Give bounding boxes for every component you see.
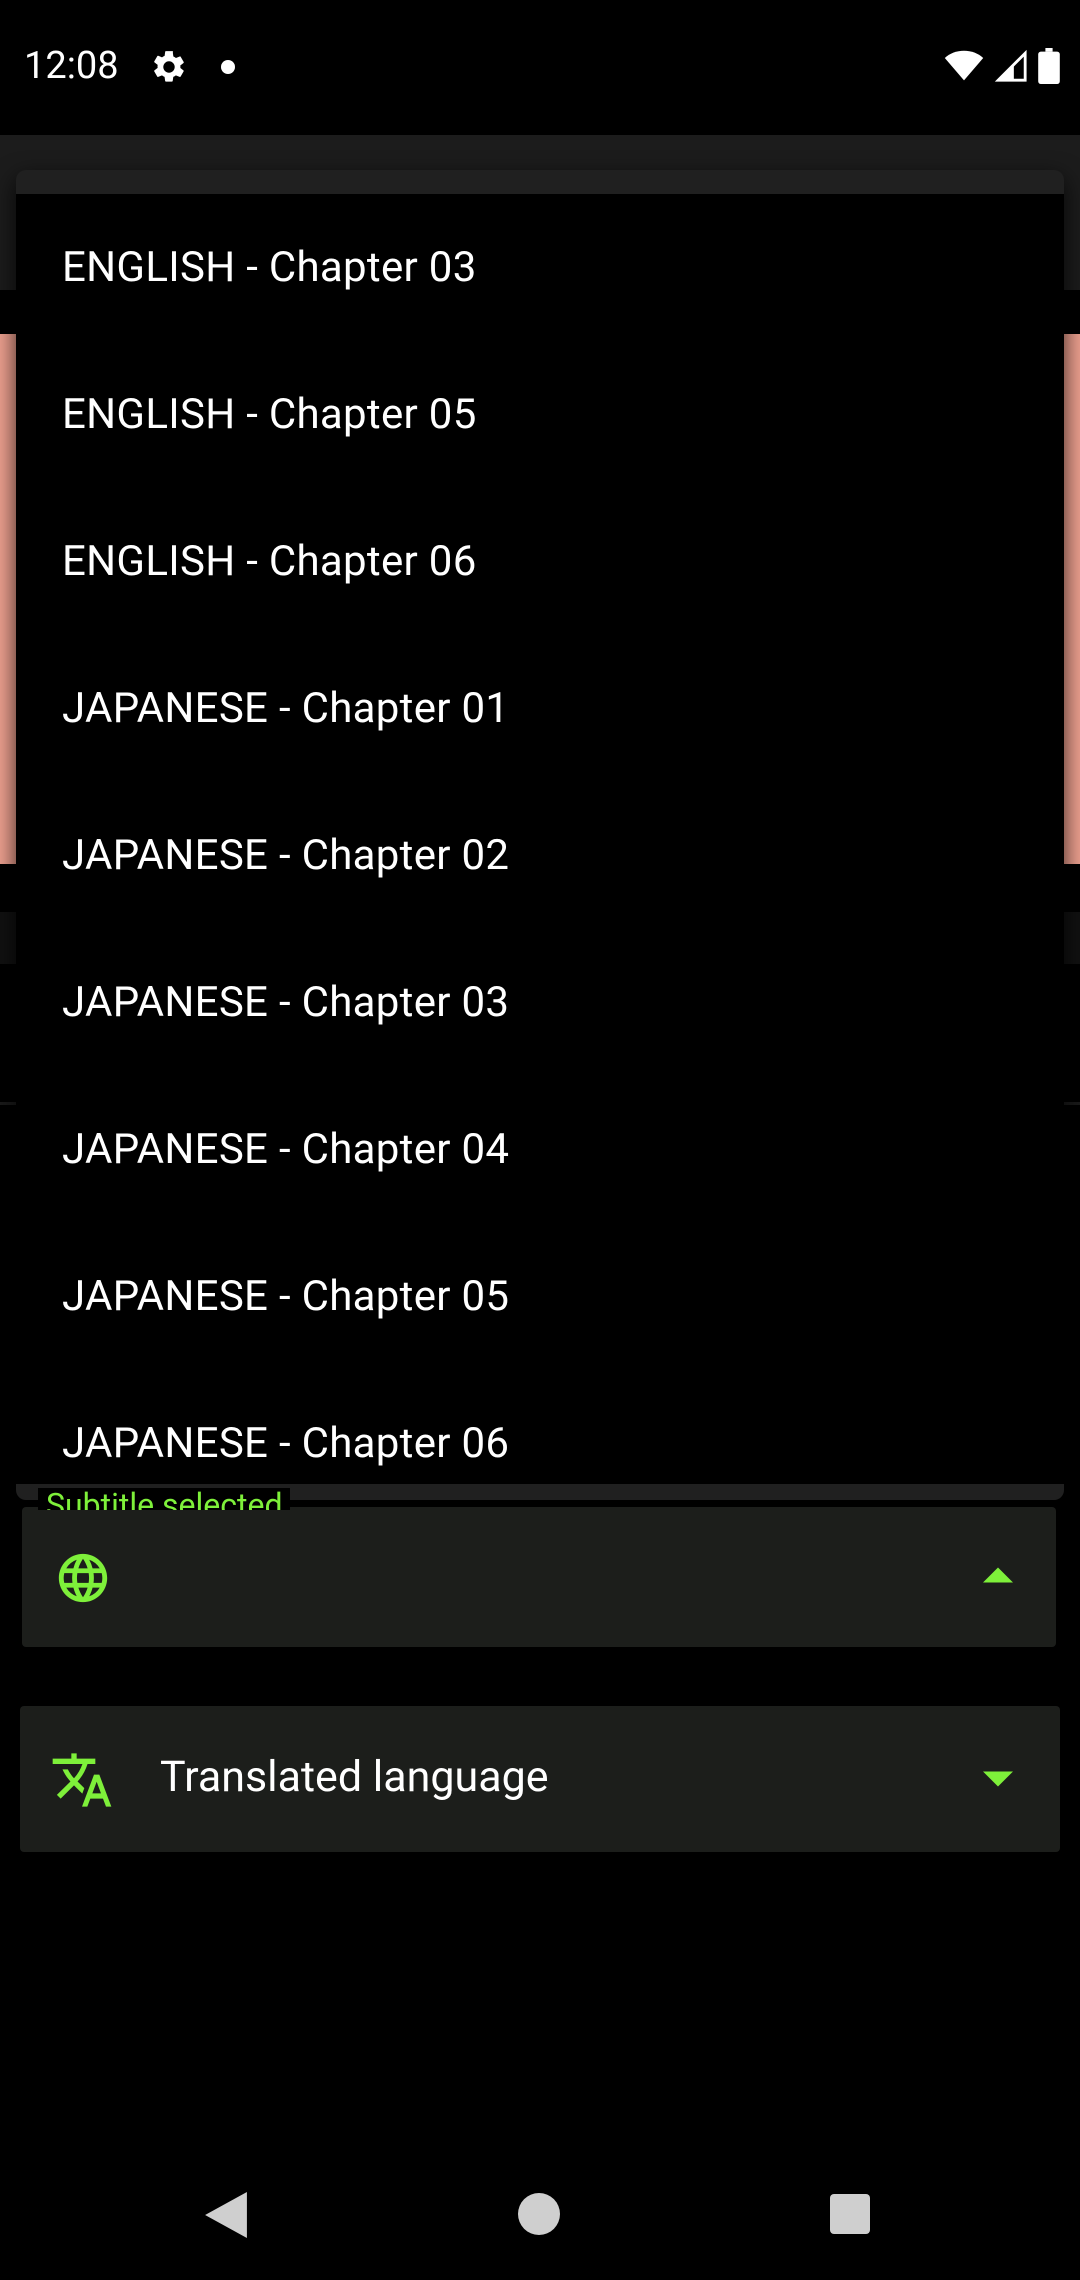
subtitle-select-field[interactable] [22,1507,1056,1647]
status-time: 12:08 [24,44,119,88]
translated-language-label: Translated language [160,1752,549,1802]
menu-item-label: ENGLISH - Chapter 03 [62,243,477,292]
menu-item[interactable]: ENGLISH - Chapter 05 [16,341,1064,488]
menu-item-label: JAPANESE - Chapter 02 [62,831,510,880]
menu-item-label: JAPANESE - Chapter 01 [62,684,510,733]
signal-icon [994,49,1027,82]
notification-dot-icon [221,60,235,74]
status-icons [944,46,1060,86]
menu-item[interactable]: JAPANESE - Chapter 01 [16,635,1064,782]
battery-icon [1038,48,1060,84]
settings-icon [154,51,184,82]
menu-item[interactable]: JAPANESE - Chapter 04 [16,1076,1064,1223]
menu-item-label: JAPANESE - Chapter 05 [62,1272,510,1321]
dropdown-list[interactable]: ENGLISH - Chapter 03 ENGLISH - Chapter 0… [16,194,1064,1484]
translate-icon [52,1753,112,1807]
menu-item-label: ENGLISH - Chapter 06 [62,537,477,586]
chevron-down-icon[interactable] [983,1770,1013,1788]
menu-item[interactable]: ENGLISH - Chapter 06 [16,488,1064,635]
recents-icon[interactable] [830,2194,870,2234]
status-bar: 12:08 [0,0,1080,135]
menu-item-label: ENGLISH - Chapter 05 [62,390,477,439]
subtitle-field-label: Subtitle selected [38,1488,291,1510]
menu-item[interactable]: JAPANESE - Chapter 05 [16,1223,1064,1370]
menu-item-label: JAPANESE - Chapter 06 [62,1419,510,1468]
menu-item[interactable]: ENGLISH - Chapter 03 [16,194,1064,341]
globe-icon [58,1553,108,1603]
menu-item[interactable]: JAPANESE - Chapter 02 [16,782,1064,929]
home-icon[interactable] [518,2193,560,2235]
menu-item[interactable]: JAPANESE - Chapter 03 [16,929,1064,1076]
menu-item-label: JAPANESE - Chapter 03 [62,978,510,1027]
chevron-up-icon[interactable] [983,1566,1013,1584]
subtitle-dropdown-menu[interactable]: ENGLISH - Chapter 03 ENGLISH - Chapter 0… [16,170,1064,1500]
menu-item[interactable]: JAPANESE - Chapter 06 [16,1370,1064,1484]
back-icon[interactable] [205,2192,247,2238]
wifi-icon [944,50,984,81]
menu-item-label: JAPANESE - Chapter 04 [62,1125,510,1174]
